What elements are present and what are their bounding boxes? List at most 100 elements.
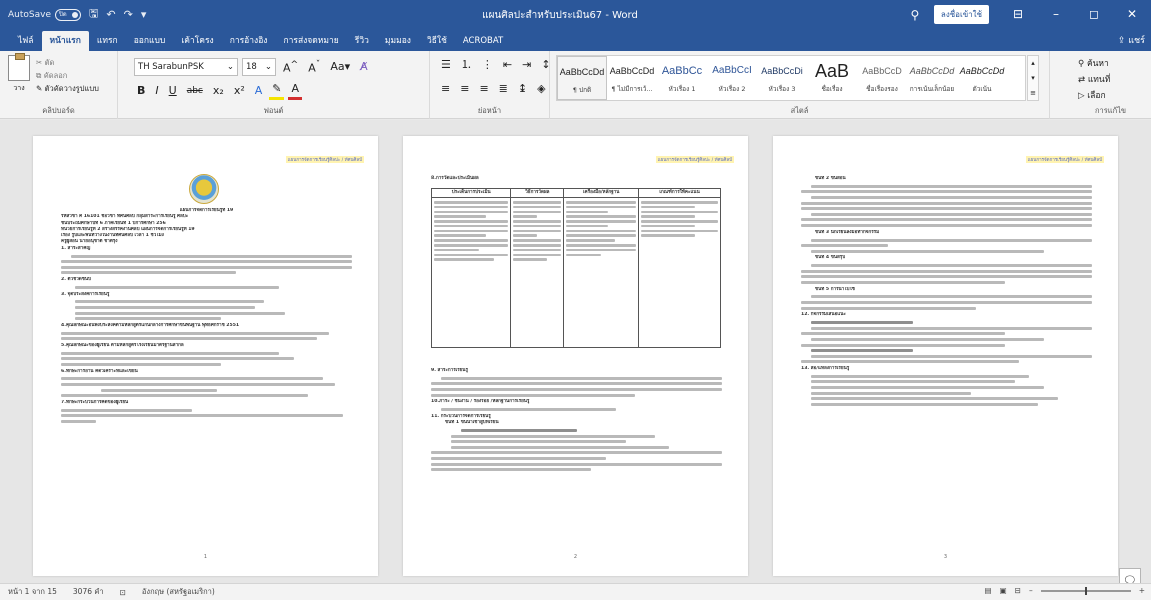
page-1[interactable]: แผนการจัดการเรียนรู้ศิลปะ / ทัศนศิลป์ แผ… xyxy=(33,136,378,576)
text-effects-icon[interactable]: A xyxy=(252,83,266,99)
maximize-button[interactable]: ◻ xyxy=(1075,0,1113,29)
copy-button[interactable]: ⧉ คัดลอก xyxy=(36,69,99,82)
section-heading: 13. สื่อ/แหล่งการเรียนรู้ xyxy=(801,365,850,371)
paste-button[interactable]: วาง xyxy=(6,53,32,94)
superscript-button[interactable]: x² xyxy=(231,83,248,99)
document-canvas[interactable]: แผนการจัดการเรียนรู้ศิลปะ / ทัศนศิลป์ แผ… xyxy=(0,120,1151,583)
subscript-button[interactable]: x₂ xyxy=(210,83,227,99)
numbering-icon[interactable]: ⒈ xyxy=(458,57,475,73)
change-case-button[interactable]: Aa▾ xyxy=(327,59,353,75)
section-heading: 12. กิจกรรมเสนอแนะ xyxy=(801,312,846,318)
find-button[interactable]: ⚲ ค้นหา xyxy=(1078,56,1110,72)
page-header: แผนการจัดการเรียนรู้ศิลปะ / ทัศนศิลป์ xyxy=(285,156,364,163)
page-2[interactable]: แผนการจัดการเรียนรู้ศิลปะ / ทัศนศิลป์ 8.… xyxy=(403,136,748,576)
page-header: แผนการจัดการเรียนรู้ศิลปะ / ทัศนศิลป์ xyxy=(1025,156,1104,163)
align-left-icon[interactable]: ≡ xyxy=(438,81,453,97)
bold-button[interactable]: B xyxy=(134,83,148,99)
style-sample: AaBbCcDd xyxy=(559,67,605,77)
highlight-icon[interactable]: ✎ xyxy=(269,81,285,100)
style-heading-1[interactable]: AaBbCc หัวเรื่อง 1 xyxy=(657,56,707,100)
zoom-out-button[interactable]: – xyxy=(1029,586,1033,595)
status-bar: หน้า 1 จาก 15 3076 คำ ⊡ อังกฤษ (สหรัฐอเม… xyxy=(0,583,1151,600)
paste-icon xyxy=(8,53,30,81)
style-title[interactable]: AaB ชื่อเรื่อง xyxy=(807,56,857,100)
font-size-select[interactable]: 18 ⌄ xyxy=(242,57,276,76)
tab-acrobat[interactable]: ACROBAT xyxy=(455,31,511,51)
tab-mailings[interactable]: การส่งจดหมาย xyxy=(275,31,346,51)
underline-button[interactable]: U xyxy=(166,83,180,99)
page-header: แผนการจัดการเรียนรู้ศิลปะ / ทัศนศิลป์ xyxy=(655,156,734,163)
search-icon[interactable]: ⚲ xyxy=(900,8,930,22)
justify-icon[interactable]: ≣ xyxy=(496,81,511,97)
zoom-in-button[interactable]: + xyxy=(1139,586,1145,595)
styles-scroll[interactable]: ▴ ▾ ≡ xyxy=(1027,55,1039,101)
more-styles-icon[interactable]: ≡ xyxy=(1028,86,1038,101)
autosave-switch[interactable]: ปิด xyxy=(55,8,81,21)
print-layout-icon[interactable]: ▣ xyxy=(1000,586,1007,595)
paragraph-group: ☰ ⒈ ⋮ ⇤ ⇥ ↕ ¶ ≡ ≡ ≡ ≣ ↨ ◈ ⊞ ย่อหน้า xyxy=(430,51,568,119)
strikethrough-button[interactable]: abc xyxy=(184,83,206,99)
customize-qat-icon[interactable]: ▾ xyxy=(141,8,147,21)
tab-view[interactable]: มุมมอง xyxy=(377,31,419,51)
select-button[interactable]: ▷ เลือก xyxy=(1078,88,1110,104)
style-subtitle[interactable]: AaBbCcD ชื่อเรื่องรอง xyxy=(857,56,907,100)
close-button[interactable]: ✕ xyxy=(1113,0,1151,29)
style-normal[interactable]: AaBbCcDd ¶ ปกติ xyxy=(557,56,607,100)
autosave-toggle[interactable]: AutoSave ปิด xyxy=(8,8,81,21)
page-3[interactable]: แผนการจัดการเรียนรู้ศิลปะ / ทัศนศิลป์ ขั… xyxy=(773,136,1118,576)
shading-icon[interactable]: ◈ xyxy=(534,81,548,97)
tab-help[interactable]: วิธีใช้ xyxy=(419,31,455,51)
style-heading-2[interactable]: AaBbCcI หัวเรื่อง 2 xyxy=(707,56,757,100)
zoom-slider[interactable] xyxy=(1040,586,1131,595)
autosave-state: ปิด xyxy=(59,10,67,18)
tab-file[interactable]: ไฟล์ xyxy=(10,31,42,51)
redo-icon[interactable]: ↷ xyxy=(124,8,133,21)
word-count[interactable]: 3076 คำ xyxy=(65,586,112,598)
format-painter-button[interactable]: ✎ ตัวคัดวางรูปแบบ xyxy=(36,82,99,95)
paste-label: วาง xyxy=(13,84,25,92)
language-indicator[interactable]: อังกฤษ (สหรัฐอเมริกา) xyxy=(134,586,223,598)
tab-references[interactable]: การอ้างอิง xyxy=(222,31,276,51)
italic-button[interactable]: I xyxy=(152,83,161,99)
font-color-icon[interactable]: A xyxy=(288,81,303,100)
read-mode-icon[interactable]: ▤ xyxy=(984,586,991,595)
multilevel-list-icon[interactable]: ⋮ xyxy=(479,57,496,73)
undo-icon[interactable]: ↶ xyxy=(106,8,115,21)
sign-in-button[interactable]: ลงชื่อเข้าใช้ xyxy=(933,5,989,24)
ribbon-display-icon[interactable]: ⊟ xyxy=(999,0,1037,29)
proofing-icon[interactable]: ⊡ xyxy=(112,588,134,597)
style-heading-3[interactable]: AaBbCcDi หัวเรื่อง 3 xyxy=(757,56,807,100)
web-layout-icon[interactable]: ⊟ xyxy=(1015,586,1021,595)
clear-formatting-icon[interactable]: A̸ xyxy=(357,59,371,75)
align-right-icon[interactable]: ≡ xyxy=(476,81,491,97)
cut-button[interactable]: ✂ ตัด xyxy=(36,56,99,69)
style-no-spacing[interactable]: AaBbCcDd ¶ ไม่มีการเว้... xyxy=(607,56,657,100)
save-icon[interactable]: 🖫 xyxy=(89,5,98,24)
tab-layout[interactable]: เค้าโครง xyxy=(173,31,221,51)
chevron-down-icon[interactable]: ▾ xyxy=(1028,71,1038,86)
share-button[interactable]: ⇪ แชร์ xyxy=(1118,33,1145,47)
decrease-indent-icon[interactable]: ⇤ xyxy=(500,57,515,73)
table-header: ประเด็นการประเมิน xyxy=(430,188,512,198)
tab-home[interactable]: หน้าแรก xyxy=(41,31,89,51)
replace-button[interactable]: ⇄ แทนที่ xyxy=(1078,72,1110,88)
bullets-icon[interactable]: ☰ xyxy=(438,57,454,73)
tab-insert[interactable]: แทรก xyxy=(89,31,126,51)
style-subtle-emphasis[interactable]: AaBbCcDd การเน้นเล็กน้อย xyxy=(907,56,957,100)
page-count[interactable]: หน้า 1 จาก 15 xyxy=(0,586,65,598)
tab-review[interactable]: รีวิว xyxy=(347,31,377,51)
align-center-icon[interactable]: ≡ xyxy=(457,81,472,97)
document-title: แผนศิลปะสำหรับประเมิน67 - Word xyxy=(482,10,638,21)
shrink-font-button[interactable]: Aˇ xyxy=(305,57,323,77)
brush-icon: ✎ xyxy=(36,84,45,93)
style-emphasis[interactable]: AaBbCcDd ตัวเน้น xyxy=(957,56,1007,100)
style-name: การเน้นเล็กน้อย xyxy=(909,85,955,93)
minimize-button[interactable]: – xyxy=(1037,0,1075,29)
line-spacing-icon[interactable]: ↨ xyxy=(515,81,530,97)
copy-label: คัดลอก xyxy=(43,71,68,80)
grow-font-button[interactable]: A^ xyxy=(280,57,301,77)
chevron-up-icon[interactable]: ▴ xyxy=(1028,56,1038,71)
increase-indent-icon[interactable]: ⇥ xyxy=(519,57,534,73)
font-family-select[interactable]: TH SarabunPSK ⌄ xyxy=(134,57,238,76)
tab-design[interactable]: ออกแบบ xyxy=(126,31,174,51)
